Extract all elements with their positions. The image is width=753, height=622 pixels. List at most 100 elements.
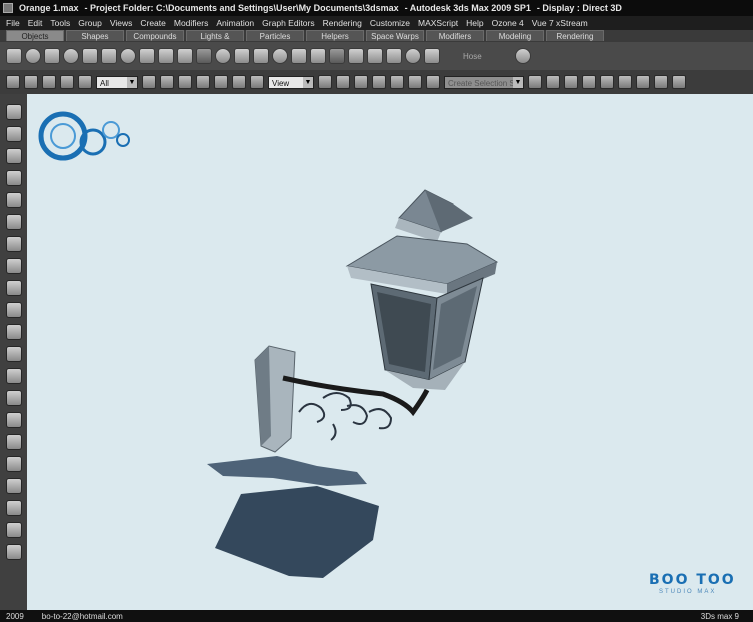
box-icon[interactable] [6, 48, 22, 64]
cylinder-icon[interactable] [44, 48, 60, 64]
tree-icon[interactable] [514, 48, 531, 64]
align-icon[interactable] [546, 75, 560, 89]
pivot-center-icon[interactable] [318, 75, 332, 89]
l-ext-icon[interactable] [367, 48, 383, 64]
tab-objects[interactable]: Objects [6, 30, 64, 41]
geosphere-icon[interactable] [120, 48, 136, 64]
cone-icon[interactable] [101, 48, 117, 64]
menu-graph-editors[interactable]: Graph Editors [258, 18, 318, 28]
quick-render-icon[interactable] [672, 75, 686, 89]
tool-icon-2[interactable] [5, 126, 22, 142]
tool-icon-1[interactable] [5, 104, 22, 120]
tool-icon-20[interactable] [5, 522, 22, 538]
tool-icon-15[interactable] [5, 412, 22, 428]
tab-modeling[interactable]: Modeling [486, 30, 544, 41]
menu-customize[interactable]: Customize [366, 18, 414, 28]
material-editor-icon[interactable] [618, 75, 632, 89]
tool-icon-21[interactable] [5, 544, 22, 560]
tool-icon-8[interactable] [5, 258, 22, 274]
ring-wave-icon[interactable] [291, 48, 307, 64]
mirror-icon[interactable] [528, 75, 542, 89]
named-selection-dropdown[interactable]: Create Selection Se ▼ [444, 75, 524, 89]
prism-icon[interactable] [405, 48, 421, 64]
menu-animation[interactable]: Animation [212, 18, 258, 28]
torus-knot-icon[interactable] [310, 48, 326, 64]
tool-icon-12[interactable] [5, 346, 22, 362]
menu-group[interactable]: Group [74, 18, 106, 28]
tool-icon-18[interactable] [5, 478, 22, 494]
curve-editor-icon[interactable] [582, 75, 596, 89]
rect-selection-icon[interactable] [178, 75, 192, 89]
gengon-icon[interactable] [272, 48, 288, 64]
pyramid-icon[interactable] [158, 48, 174, 64]
tool-icon-14[interactable] [5, 390, 22, 406]
teapot-icon[interactable] [82, 48, 98, 64]
tab-shapes[interactable]: Shapes [66, 30, 124, 41]
capsule-icon[interactable] [348, 48, 364, 64]
select-manipulate-icon[interactable] [336, 75, 350, 89]
tool-icon-13[interactable] [5, 368, 22, 384]
tool-icon-5[interactable] [5, 192, 22, 208]
tool-icon-16[interactable] [5, 434, 22, 450]
tool-icon-9[interactable] [5, 280, 22, 296]
spindle-icon[interactable] [253, 48, 269, 64]
angle-snap-icon[interactable] [372, 75, 386, 89]
redo-icon[interactable] [24, 75, 38, 89]
tool-icon-11[interactable] [5, 324, 22, 340]
menu-ozone[interactable]: Ozone 4 [488, 18, 528, 28]
c-ext-icon[interactable] [386, 48, 402, 64]
bind-spacewarp-icon[interactable] [78, 75, 92, 89]
window-crossing-icon[interactable] [196, 75, 210, 89]
link-icon[interactable] [42, 75, 56, 89]
chamfer-cyl-icon[interactable] [329, 48, 345, 64]
tool-icon-4[interactable] [5, 170, 22, 186]
chamfer-box-icon[interactable] [215, 48, 231, 64]
select-rotate-icon[interactable] [232, 75, 246, 89]
undo-icon[interactable] [6, 75, 20, 89]
plane-icon[interactable] [177, 48, 193, 64]
select-move-icon[interactable] [214, 75, 228, 89]
tool-icon-3[interactable] [5, 148, 22, 164]
menu-maxscript[interactable]: MAXScript [414, 18, 462, 28]
select-by-name-icon[interactable] [160, 75, 174, 89]
menu-help[interactable]: Help [462, 18, 487, 28]
layer-manager-icon[interactable] [564, 75, 578, 89]
tab-helpers[interactable]: Helpers [306, 30, 364, 41]
render-setup-icon[interactable] [636, 75, 650, 89]
hose-button[interactable]: Hose [463, 52, 482, 61]
tab-modifiers[interactable]: Modifiers [426, 30, 484, 41]
menu-rendering[interactable]: Rendering [319, 18, 366, 28]
oil-tank-icon[interactable] [234, 48, 250, 64]
unlink-icon[interactable] [60, 75, 74, 89]
percent-snap-icon[interactable] [390, 75, 404, 89]
menu-vue[interactable]: Vue 7 xStream [528, 18, 592, 28]
menu-create[interactable]: Create [136, 18, 170, 28]
snap-toggle-icon[interactable] [354, 75, 368, 89]
spinner-snap-icon[interactable] [408, 75, 422, 89]
select-scale-icon[interactable] [250, 75, 264, 89]
tool-icon-6[interactable] [5, 214, 22, 230]
menu-modifiers[interactable]: Modifiers [170, 18, 212, 28]
tab-space-warps[interactable]: Space Warps [366, 30, 424, 41]
menu-tools[interactable]: Tools [46, 18, 74, 28]
tool-icon-17[interactable] [5, 456, 22, 472]
tab-lights-cameras[interactable]: Lights & Cameras [186, 30, 244, 52]
tool-icon-19[interactable] [5, 500, 22, 516]
app-icon[interactable] [3, 3, 13, 13]
selection-filter-dropdown[interactable]: All ▼ [96, 75, 138, 89]
hedra-icon[interactable] [196, 48, 212, 64]
torus-icon[interactable] [63, 48, 79, 64]
menu-file[interactable]: File [2, 18, 24, 28]
tab-compounds[interactable]: Compounds [126, 30, 184, 41]
tool-icon-10[interactable] [5, 302, 22, 318]
menu-edit[interactable]: Edit [24, 18, 47, 28]
menu-views[interactable]: Views [106, 18, 137, 28]
tool-icon-7[interactable] [5, 236, 22, 252]
edit-named-sel-icon[interactable] [426, 75, 440, 89]
schematic-view-icon[interactable] [600, 75, 614, 89]
tab-rendering[interactable]: Rendering [546, 30, 604, 41]
tube-icon[interactable] [139, 48, 155, 64]
reference-coord-dropdown[interactable]: View ▼ [268, 75, 314, 89]
star-shape-icon[interactable] [424, 48, 440, 64]
viewport[interactable]: BOO TOO STUDIO MAX [27, 94, 753, 610]
